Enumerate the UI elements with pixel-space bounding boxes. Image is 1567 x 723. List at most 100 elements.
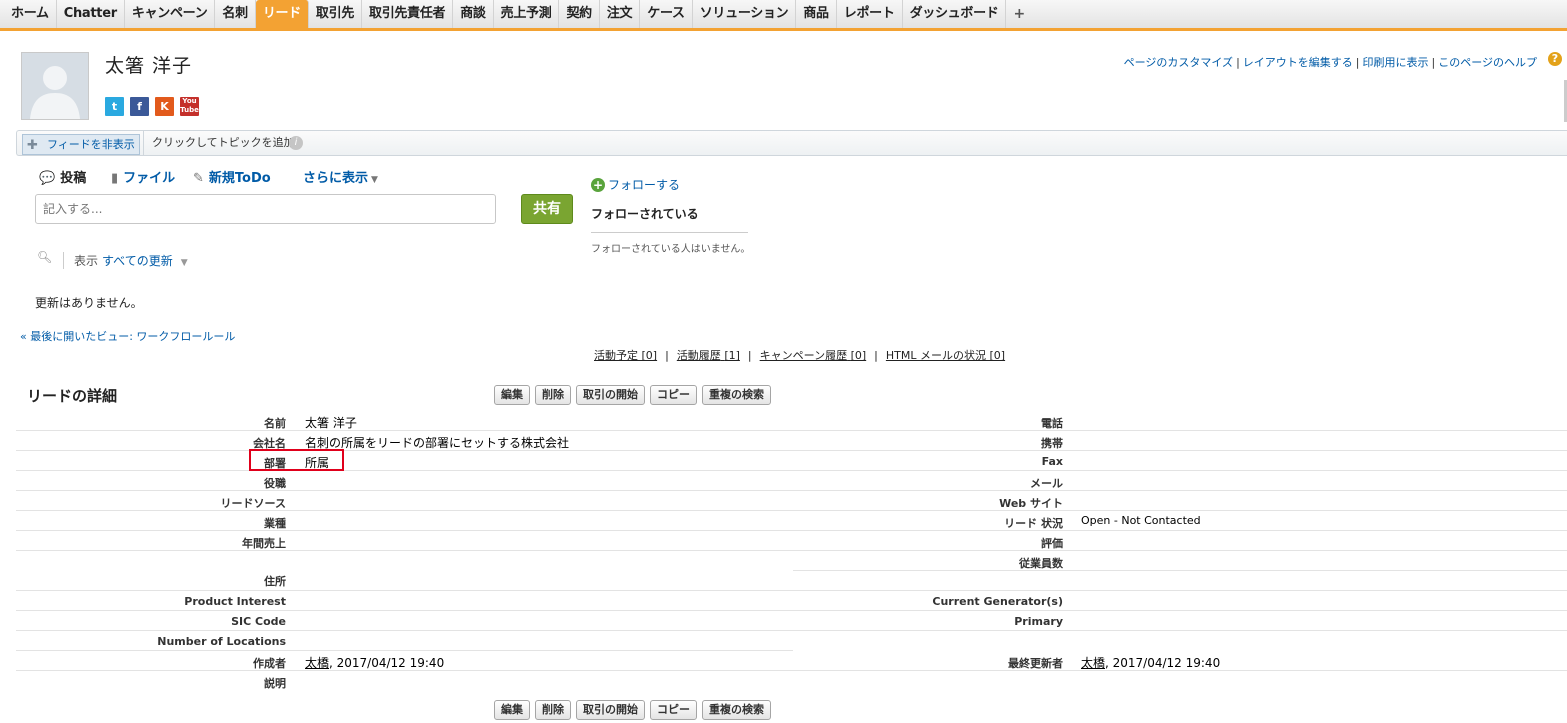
tab-list: ホーム Chatter キャンペーン 名刺 リード 取引先 取引先責任者 商談 … bbox=[0, 0, 1567, 28]
related-activity-history-link[interactable]: 活動履歴 [1] bbox=[677, 349, 740, 362]
field-website: Web サイト bbox=[793, 491, 1567, 511]
field-primary: Primary bbox=[793, 611, 1567, 631]
tab-chatter[interactable]: Chatter bbox=[57, 0, 125, 28]
field-address: 住所 bbox=[16, 551, 793, 591]
modified-by-user-link[interactable]: 太橋 bbox=[1081, 656, 1105, 670]
highlight-box bbox=[249, 449, 344, 471]
feed-filter-dropdown[interactable]: すべての更新 ▼ bbox=[102, 254, 188, 268]
related-open-activities-link[interactable]: 活動予定 [0] bbox=[594, 349, 657, 362]
tab-business-cards[interactable]: 名刺 bbox=[215, 0, 256, 28]
twitter-icon[interactable]: t bbox=[105, 97, 124, 116]
customize-page-link[interactable]: ページのカスタマイズ bbox=[1124, 56, 1233, 69]
copy-button[interactable]: コピー bbox=[650, 385, 697, 405]
tab-forecasts[interactable]: 売上予測 bbox=[494, 0, 560, 28]
detail-section-title: リードの詳細 bbox=[27, 387, 118, 405]
tab-accounts[interactable]: 取引先 bbox=[309, 0, 363, 28]
followers-divider bbox=[591, 232, 748, 233]
show-label: 表示 bbox=[74, 254, 99, 268]
field-fax: Fax bbox=[793, 451, 1567, 471]
tab-dashboards[interactable]: ダッシュボード bbox=[903, 0, 1007, 28]
printable-view-link[interactable]: 印刷用に表示 bbox=[1363, 56, 1429, 69]
field-last-modified-by: 最終更新者 太橋, 2017/04/12 19:40 bbox=[793, 631, 1567, 671]
search-icon[interactable]: 🔍︎ bbox=[37, 250, 52, 264]
delete-button[interactable]: 削除 bbox=[535, 700, 571, 720]
new-todo-label: 新規ToDo bbox=[208, 171, 271, 186]
hide-feed-label: フィードを非表示 bbox=[47, 138, 135, 151]
tab-campaigns[interactable]: キャンペーン bbox=[125, 0, 216, 28]
tab-products[interactable]: 商品 bbox=[796, 0, 837, 28]
tab-orders[interactable]: 注文 bbox=[600, 0, 641, 28]
field-number-of-locations: Number of Locations bbox=[16, 631, 793, 651]
field-lead-status: リード 状況 Open - Not Contacted bbox=[793, 511, 1567, 531]
edit-layout-link[interactable]: レイアウトを編集する bbox=[1243, 56, 1353, 69]
edit-button[interactable]: 編集 bbox=[494, 700, 530, 720]
field-department: 部署 所属 bbox=[16, 451, 793, 471]
field-title: 役職 bbox=[16, 471, 793, 491]
field-created-by: 作成者 太橋, 2017/04/12 19:40 bbox=[16, 651, 793, 671]
person-silhouette-icon bbox=[30, 66, 80, 119]
klout-icon[interactable]: K bbox=[155, 97, 174, 116]
more-label: さらに表示 bbox=[303, 171, 369, 186]
field-mobile: 携帯 bbox=[793, 431, 1567, 451]
find-duplicates-button[interactable]: 重複の検索 bbox=[702, 385, 771, 405]
tab-contacts[interactable]: 取引先責任者 bbox=[362, 0, 454, 28]
detail-buttons-bottom: 編集 削除 取引の開始 コピー 重複の検索 bbox=[494, 700, 771, 720]
feed-filter: 表示 すべての更新 ▼ bbox=[63, 252, 188, 269]
tab-home[interactable]: ホーム bbox=[4, 0, 57, 28]
field-current-generators: Current Generator(s) bbox=[793, 591, 1567, 611]
delete-button[interactable]: 削除 bbox=[535, 385, 571, 405]
tab-opportunities[interactable]: 商談 bbox=[453, 0, 494, 28]
field-rating: 評価 bbox=[793, 531, 1567, 551]
convert-button[interactable]: 取引の開始 bbox=[576, 700, 645, 720]
convert-button[interactable]: 取引の開始 bbox=[576, 385, 645, 405]
plus-circle-icon: + bbox=[591, 178, 605, 192]
tab-reports[interactable]: レポート bbox=[837, 0, 903, 28]
find-duplicates-button[interactable]: 重複の検索 bbox=[702, 700, 771, 720]
chatter-bar: ✚ フィードを非表示 クリックしてトピックを追加: i bbox=[16, 130, 1567, 156]
field-name: 名前 太箸 洋子 bbox=[16, 411, 793, 431]
publisher-new-todo-tab[interactable]: ✎ 新規ToDo bbox=[193, 167, 271, 186]
last-view-link[interactable]: « 最後に開いたビュー: ワークフロールール bbox=[20, 328, 235, 344]
copy-button[interactable]: コピー bbox=[650, 700, 697, 720]
publisher-more-menu[interactable]: さらに表示 ▼ bbox=[303, 167, 378, 186]
follow-label: フォローする bbox=[608, 178, 681, 192]
publisher-post-tab[interactable]: 💬 投稿 bbox=[39, 167, 86, 186]
field-sic-code: SIC Code bbox=[16, 611, 793, 631]
created-by-user-link[interactable]: 太橋 bbox=[305, 656, 329, 670]
youtube-icon[interactable]: You Tube bbox=[180, 97, 199, 116]
follow-link[interactable]: + フォローする bbox=[591, 176, 680, 193]
field-employees: 従業員数 bbox=[793, 551, 1567, 571]
share-button[interactable]: 共有 bbox=[521, 194, 573, 224]
add-tab-icon[interactable]: + bbox=[1006, 0, 1031, 28]
related-campaign-history-link[interactable]: キャンペーン履歴 [0] bbox=[760, 349, 867, 362]
record-name: 太箸 洋子 bbox=[105, 55, 193, 77]
help-link[interactable]: このページのヘルプ bbox=[1438, 56, 1537, 69]
info-icon[interactable]: i bbox=[289, 136, 303, 150]
tab-cases[interactable]: ケース bbox=[640, 0, 693, 28]
post-input[interactable] bbox=[35, 194, 496, 224]
tab-leads[interactable]: リード bbox=[255, 0, 309, 28]
caret-down-icon: ▼ bbox=[180, 258, 188, 268]
related-html-email-status-link[interactable]: HTML メールの状況 [0] bbox=[886, 349, 1005, 362]
tab-solutions[interactable]: ソリューション bbox=[693, 0, 797, 28]
detail-buttons-top: 編集 削除 取引の開始 コピー 重複の検索 bbox=[494, 385, 771, 405]
speech-bubble-icon: 💬 bbox=[39, 171, 56, 186]
followers-title: フォローされている bbox=[591, 207, 699, 221]
pulse-icon: ✚ bbox=[27, 138, 38, 153]
field-company: 会社名 名刺の所属をリードの部署にセットする株式会社 bbox=[16, 431, 793, 451]
no-followers-text: フォローされている人はいません。 bbox=[591, 244, 751, 255]
field-industry: 業種 bbox=[16, 511, 793, 531]
add-topic-link[interactable]: クリックしてトピックを追加: bbox=[143, 131, 298, 155]
tab-contracts[interactable]: 契約 bbox=[559, 0, 600, 28]
field-product-interest: Product Interest bbox=[16, 591, 793, 611]
todo-icon: ✎ bbox=[193, 171, 204, 186]
facebook-icon[interactable]: f bbox=[130, 97, 149, 116]
edit-button[interactable]: 編集 bbox=[494, 385, 530, 405]
hide-feed-button[interactable]: ✚ フィードを非表示 bbox=[22, 134, 140, 155]
field-annual-revenue: 年間売上 bbox=[16, 531, 793, 551]
feed-filter-value: すべての更新 bbox=[102, 254, 173, 268]
caret-down-icon: ▼ bbox=[371, 175, 378, 185]
publisher-file-tab[interactable]: ▮ ファイル bbox=[111, 167, 175, 186]
header-links: ページのカスタマイズ | レイアウトを編集する | 印刷用に表示 | このページのヘルプ bbox=[1123, 56, 1537, 69]
help-icon[interactable]: ? bbox=[1548, 52, 1562, 66]
